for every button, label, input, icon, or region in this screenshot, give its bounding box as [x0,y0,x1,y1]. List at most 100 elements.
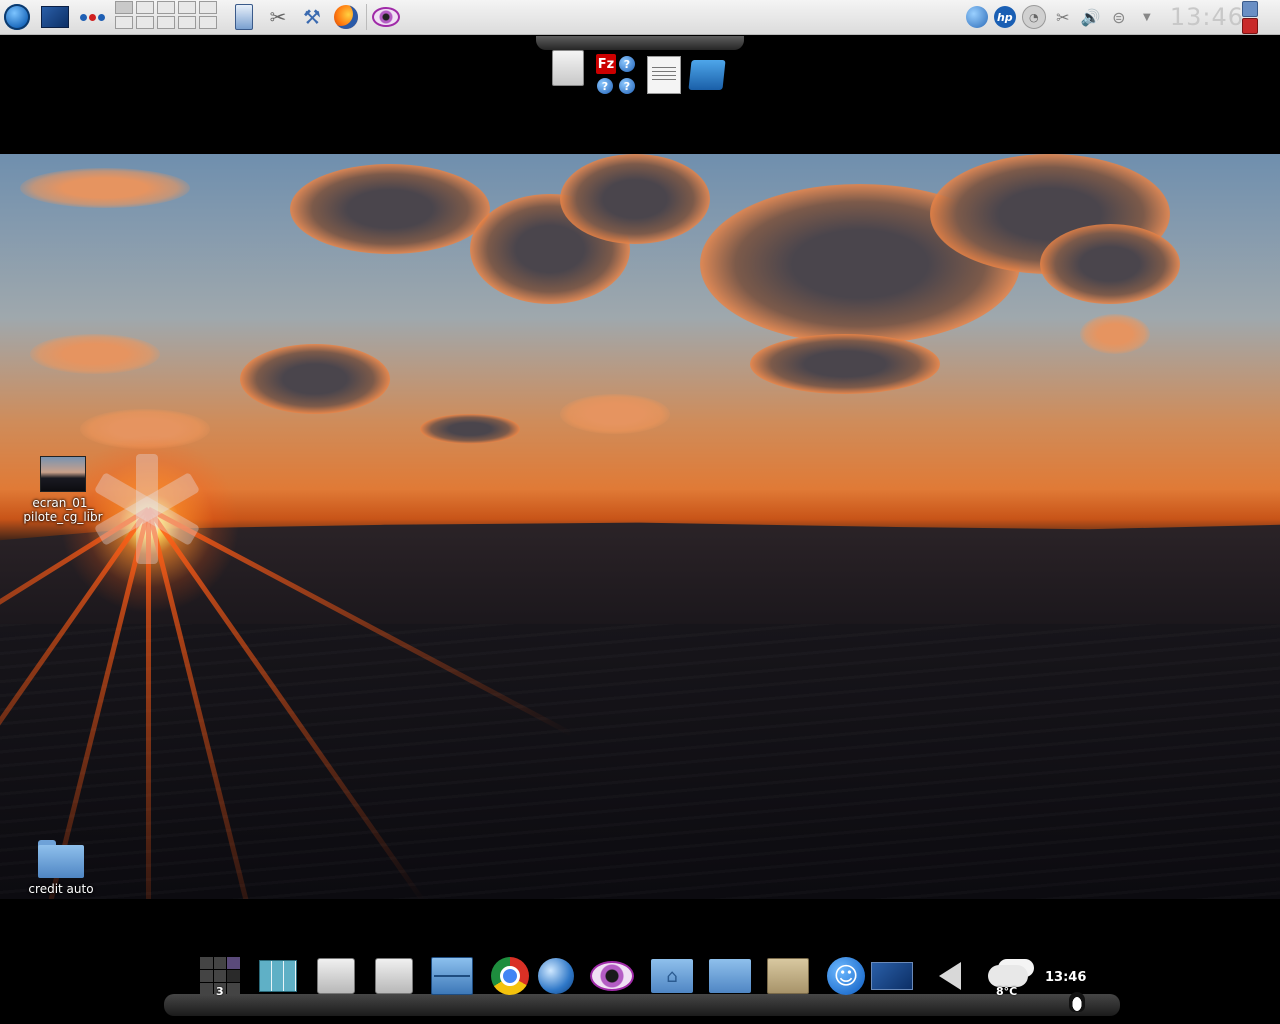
cloud [560,394,670,434]
bottom-dock: 3 ⌂ ☺ 8°C 13:46 [160,950,1124,1024]
weather-temperature: 8°C [996,985,1018,998]
top-dock-shelf [536,36,744,50]
dock-file-cabinet[interactable] [430,954,474,998]
speaker-icon [939,962,961,990]
cloud [290,164,490,254]
top-dock-document[interactable] [552,50,584,86]
dock-document-viewer[interactable] [314,954,358,998]
archive-icon [767,958,809,994]
desktop-icon-label: credit auto [28,882,94,896]
top-dock-filezilla[interactable]: Fz [596,54,616,74]
power-button[interactable] [1242,18,1258,34]
system-tray: hp ◔ ✂ 🔊 ⊜ ▼ 13:46 [965,3,1244,31]
workspace-pager [115,1,223,33]
menu-icon [4,4,30,30]
globe-icon[interactable] [965,6,988,28]
cloud [750,334,940,394]
cloud [20,168,190,208]
lock-screen-button[interactable] [1242,1,1258,17]
workspace-5[interactable] [199,1,217,14]
document-viewer-icon [317,958,355,994]
hp-icon[interactable]: hp [993,6,1016,28]
printer-icon [375,958,413,994]
show-desktop-button[interactable] [41,3,69,31]
workspace-6[interactable] [115,16,133,29]
dock-google-earth[interactable] [534,954,578,998]
dock-folder[interactable] [708,954,752,998]
eye-icon [372,7,400,27]
top-dock-trash[interactable] [688,60,726,90]
desktop-icon [871,962,913,990]
cloud [420,414,520,444]
tools-icon[interactable]: ✂ [1052,6,1074,28]
activity-dots-icon [79,13,105,21]
home-folder-icon: ⌂ [651,959,693,993]
top-panel: ✂ ⚒ hp ◔ ✂ 🔊 ⊜ ▼ 13:46 [0,0,1280,35]
panel-clock[interactable]: 13:46 [1170,3,1244,31]
top-dock-help-3[interactable]: ? [619,78,635,94]
help-icon: ? [597,78,613,94]
firefox-icon [334,5,358,29]
desktop-icon [41,6,69,28]
desktop-file-ecran[interactable]: ecran_01_ pilote_cg_libr [13,456,113,524]
desktop-folder-credit-auto[interactable]: credit auto [11,840,111,896]
document-icon [552,50,584,86]
workspace-4[interactable] [178,1,196,14]
dock-home-folder[interactable]: ⌂ [650,954,694,998]
dock-volume[interactable] [928,954,972,998]
network-tools-launcher[interactable]: ⚒ [298,3,326,31]
sun-ray [146,509,151,899]
eye-launcher[interactable] [372,3,400,31]
trash-icon [688,60,726,90]
tux-icon[interactable] [1069,992,1085,1012]
firefox-launcher[interactable] [332,3,360,31]
help-icon: ? [619,78,635,94]
filezilla-icon: Fz [596,54,616,74]
application-menu-button[interactable] [3,3,31,31]
dock-chrome[interactable] [488,954,532,998]
speedometer-icon[interactable]: ◔ [1021,5,1046,29]
workspace-2[interactable] [136,1,154,14]
kfind-launcher[interactable] [230,3,258,31]
dock-clock[interactable]: 13:46 [1045,970,1086,985]
top-dock-help-2[interactable]: ? [597,78,613,94]
dock-accessibility[interactable]: ☺ [824,954,868,998]
panel-separator [366,4,367,30]
image-thumbnail-icon [40,456,86,492]
top-dock: Fz ? ? ? [536,36,744,96]
field [0,624,1280,899]
kfind-icon [235,4,253,30]
dock-spreadsheet[interactable] [256,954,300,998]
help-icon: ? [619,56,635,72]
bottom-dock-shelf [164,994,1120,1016]
workspace-10[interactable] [199,16,217,29]
folder-icon [38,840,84,878]
activities-button[interactable] [78,3,106,31]
dock-printer[interactable] [372,954,416,998]
workspace-1[interactable] [115,1,133,14]
cloud [560,154,710,244]
volume-icon[interactable]: 🔊 [1080,6,1102,28]
workspace-8[interactable] [157,16,175,29]
workspace-9[interactable] [178,16,196,29]
accessibility-icon: ☺ [827,957,865,995]
chrome-icon [491,957,529,995]
dock-eye-app[interactable] [590,954,634,998]
network-icon[interactable]: ⊜ [1108,6,1130,28]
tray-expand-icon[interactable]: ▼ [1136,6,1158,28]
top-dock-text-editor[interactable] [647,56,681,94]
system-tools-launcher[interactable]: ✂ [264,3,292,31]
weather-cloud-icon [988,965,1028,987]
text-editor-icon [647,56,681,94]
cloud [240,344,390,414]
globe-icon [538,958,574,994]
desktop-icon-label: ecran_01_ pilote_cg_libr [23,496,103,524]
cloud [1040,224,1180,304]
network-icon: ⚒ [303,5,321,29]
dock-show-desktop[interactable] [870,954,914,998]
system-tools-icon: ✂ [269,5,287,29]
top-dock-help-1[interactable]: ? [619,56,635,72]
dock-archive[interactable] [766,954,810,998]
workspace-7[interactable] [136,16,154,29]
workspace-3[interactable] [157,1,175,14]
